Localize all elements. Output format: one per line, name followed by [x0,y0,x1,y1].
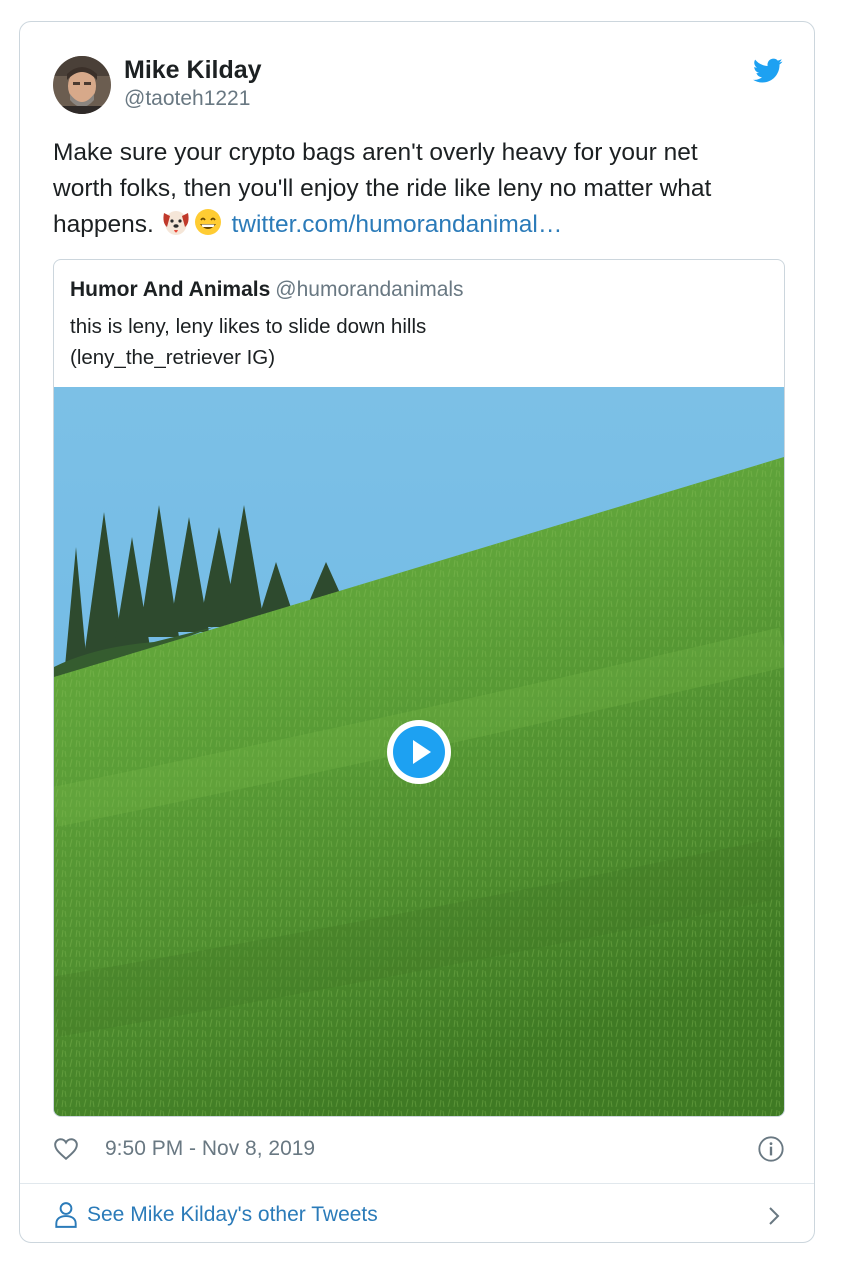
embedded-tweet-card: Mike Kilday @taoteh1221 Make sure your c… [19,21,815,1243]
see-other-tweets-link[interactable]: See Mike Kilday's other Tweets [53,1198,785,1234]
grinning-face-emoji [193,207,223,237]
person-icon [53,1201,79,1229]
quoted-author-handle[interactable]: @humorandanimals [275,278,463,301]
quoted-tweet[interactable]: Humor And Animals @humorandanimals this i… [53,259,785,1117]
dog-face-emoji [161,207,191,237]
author-handle[interactable]: @taoteh1221 [124,87,250,111]
video-thumbnail[interactable] [54,387,784,1116]
divider [20,1183,814,1184]
tweet-text-line: worth folks, then you'll enjoy the ride … [53,175,712,202]
author-name[interactable]: Mike Kilday [124,56,262,85]
info-icon[interactable] [757,1135,785,1163]
tweet-text-segment: happens. [53,211,161,238]
heart-icon[interactable] [53,1136,79,1162]
quoted-tweet-text: this is leny, leny likes to slide down h… [70,311,426,373]
tweet-footer: 9:50 PM - Nov 8, 2019 [53,1132,785,1168]
quoted-author[interactable]: Humor And Animals @humorandanimals [70,278,464,302]
see-other-tweets-label[interactable]: See Mike Kilday's other Tweets [87,1203,378,1227]
tweet-text-line: Make sure your crypto bags aren't overly… [53,139,698,166]
avatar[interactable] [53,56,111,114]
quoted-text-line: this is leny, leny likes to slide down h… [70,315,427,338]
chevron-right-icon [765,1204,783,1228]
quoted-text-line: (leny_the_retriever IG) [70,346,276,369]
tweet-text-line: happens. twitter.com/humorandanimal… [53,207,773,243]
tweet-link[interactable]: twitter.com/humorandanimal… [231,211,562,238]
tweet-text: Make sure your crypto bags aren't overly… [53,135,773,243]
play-icon [413,740,431,764]
play-button[interactable] [387,720,451,784]
timestamp[interactable]: 9:50 PM - Nov 8, 2019 [105,1137,315,1161]
twitter-bird-icon[interactable] [753,58,783,84]
quoted-author-name[interactable]: Humor And Animals [70,278,270,301]
